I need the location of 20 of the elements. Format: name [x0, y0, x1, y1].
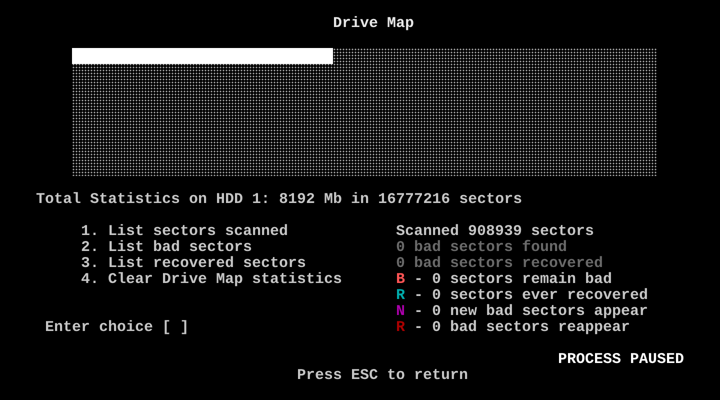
return-hint: Press ESC to return [297, 368, 468, 384]
process-status: PROCESS PAUSED [558, 352, 684, 368]
legend-key: B [396, 272, 406, 288]
choice-prompt[interactable]: Enter choice [ ] [45, 320, 190, 336]
legend-key: N [396, 304, 406, 320]
menu-option[interactable]: 2. List bad sectors [81, 240, 252, 256]
scanned-count: Scanned 908939 sectors [396, 224, 594, 240]
menu-option[interactable]: 4. Clear Drive Map statistics [81, 272, 342, 288]
stat-line: 0 bad sectors recovered [396, 256, 604, 272]
legend-text: - 0 sectors remain bad [414, 272, 612, 288]
menu-option[interactable]: 3. List recovered sectors [81, 256, 306, 272]
stat-line: 0 bad sectors found [396, 240, 568, 256]
total-statistics: Total Statistics on HDD 1: 8192 Mb in 16777216 sectors [36, 192, 522, 208]
legend-key: R [396, 320, 406, 336]
menu-option[interactable]: 1. List sectors scanned [81, 224, 288, 240]
legend-key: R [396, 288, 406, 304]
legend-text: - 0 bad sectors reappear [414, 320, 630, 336]
screen-title: Drive Map [333, 16, 414, 32]
legend-text: - 0 new bad sectors appear [414, 304, 648, 320]
legend-text: - 0 sectors ever recovered [414, 288, 648, 304]
